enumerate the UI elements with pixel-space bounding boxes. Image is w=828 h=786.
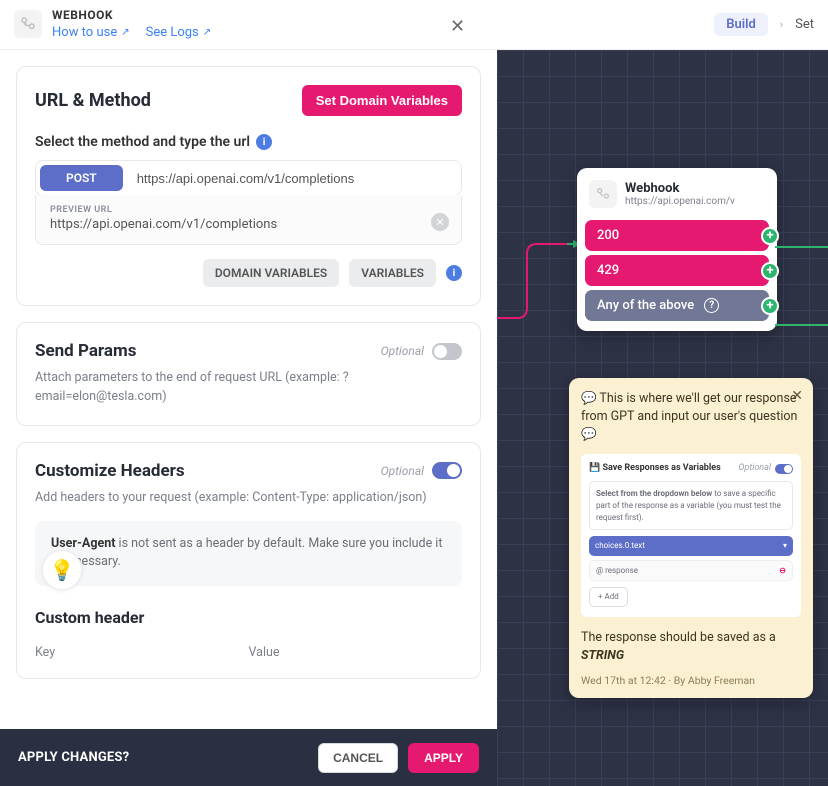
header-notice: User-Agent is not sent as a header by de… xyxy=(35,521,462,585)
node-title: Webhook xyxy=(625,181,735,196)
footer-title: APPLY CHANGES? xyxy=(18,750,129,765)
node-output-429[interactable]: 429 + xyxy=(585,255,769,286)
help-icon[interactable]: ? xyxy=(704,298,719,313)
build-tab[interactable]: Build xyxy=(714,13,768,36)
customize-headers-card: Customize Headers Optional Add headers t… xyxy=(16,442,481,679)
webhook-node[interactable]: Webhook https://api.openai.com/v 200 + 4… xyxy=(577,168,777,331)
value-column-header: Value xyxy=(249,645,463,660)
lightbulb-icon: 💡 xyxy=(42,550,82,590)
cancel-button[interactable]: CANCEL xyxy=(318,743,398,773)
variables-chip[interactable]: VARIABLES xyxy=(349,259,436,287)
apply-button[interactable]: APPLY xyxy=(408,743,479,773)
url-input[interactable] xyxy=(127,161,461,195)
http-method-selector[interactable]: POST xyxy=(40,165,123,191)
note-screenshot: 💾 Save Responses as Variables Optional S… xyxy=(581,454,801,617)
add-connection-icon[interactable]: + xyxy=(761,227,779,245)
domain-variables-chip[interactable]: DOMAIN VARIABLES xyxy=(203,259,339,287)
see-logs-link[interactable]: See Logs↗ xyxy=(146,25,212,41)
node-output-200[interactable]: 200 + xyxy=(585,220,769,251)
info-icon[interactable]: i xyxy=(446,265,462,281)
customize-headers-toggle[interactable] xyxy=(432,462,462,479)
webhook-icon xyxy=(589,180,617,208)
close-icon[interactable]: ✕ xyxy=(450,16,465,37)
annotation-note[interactable]: ✕ 💬 This is where we'll get our response… xyxy=(569,378,813,698)
note-meta: Wed 17th at 12:42 · By Abby Freeman xyxy=(581,673,801,688)
settings-tab[interactable]: Set xyxy=(795,17,814,32)
left-panel: URL & Method Set Domain Variables Select… xyxy=(0,50,497,729)
note-footer-text: The response should be saved as a STRING xyxy=(581,629,801,665)
key-column-header: Key xyxy=(35,645,249,660)
node-subtitle: https://api.openai.com/v xyxy=(625,196,735,207)
custom-header-heading: Custom header xyxy=(35,608,462,627)
customize-headers-title: Customize Headers xyxy=(35,461,185,481)
topbar: WEBHOOK How to use↗ See Logs↗ ✕ Build › … xyxy=(0,0,828,50)
mini-hint: Select from the dropdown below to save a… xyxy=(589,481,793,530)
send-params-toggle[interactable] xyxy=(432,343,462,360)
flow-canvas[interactable]: Webhook https://api.openai.com/v 200 + 4… xyxy=(497,50,828,786)
field-label: Select the method and type the url i xyxy=(35,134,462,150)
add-connection-icon[interactable]: + xyxy=(761,262,779,280)
send-params-card: Send Params Optional Attach parameters t… xyxy=(16,322,481,426)
node-output-any[interactable]: Any of the above ? + xyxy=(585,290,769,321)
panel-title: WEBHOOK xyxy=(52,8,211,22)
note-text: 💬 This is where we'll get our response f… xyxy=(581,390,801,444)
webhook-icon xyxy=(14,10,42,38)
customize-headers-desc: Add headers to your request (example: Co… xyxy=(35,489,462,508)
preview-url: https://api.openai.com/v1/completions xyxy=(50,217,447,232)
optional-label: Optional xyxy=(381,344,424,358)
info-icon[interactable]: i xyxy=(256,134,272,150)
mini-toggle-icon xyxy=(775,464,793,474)
url-method-title: URL & Method xyxy=(35,90,151,111)
chevron-right-icon: › xyxy=(780,18,783,31)
mini-add-button: + Add xyxy=(589,587,628,607)
optional-label: Optional xyxy=(381,464,424,478)
delete-icon: ⊖ xyxy=(779,565,786,577)
clear-icon[interactable]: ✕ xyxy=(431,213,449,231)
external-link-icon: ↗ xyxy=(203,27,211,39)
preview-label: PREVIEW URL xyxy=(50,205,447,215)
external-link-icon: ↗ xyxy=(121,27,129,39)
url-method-card: URL & Method Set Domain Variables Select… xyxy=(16,66,481,306)
close-icon[interactable]: ✕ xyxy=(791,386,803,406)
set-domain-variables-button[interactable]: Set Domain Variables xyxy=(302,85,462,116)
add-connection-icon[interactable]: + xyxy=(761,297,779,315)
how-to-use-link[interactable]: How to use↗ xyxy=(52,25,130,41)
send-params-title: Send Params xyxy=(35,341,136,361)
mini-select: choices.0.text▾ xyxy=(589,536,793,556)
mini-row: @ response⊖ xyxy=(589,560,793,582)
preview-url-box: PREVIEW URL https://api.openai.com/v1/co… xyxy=(35,195,462,245)
url-input-row: POST xyxy=(35,160,462,196)
send-params-desc: Attach parameters to the end of request … xyxy=(35,369,462,407)
apply-changes-footer: APPLY CHANGES? CANCEL APPLY xyxy=(0,729,497,786)
